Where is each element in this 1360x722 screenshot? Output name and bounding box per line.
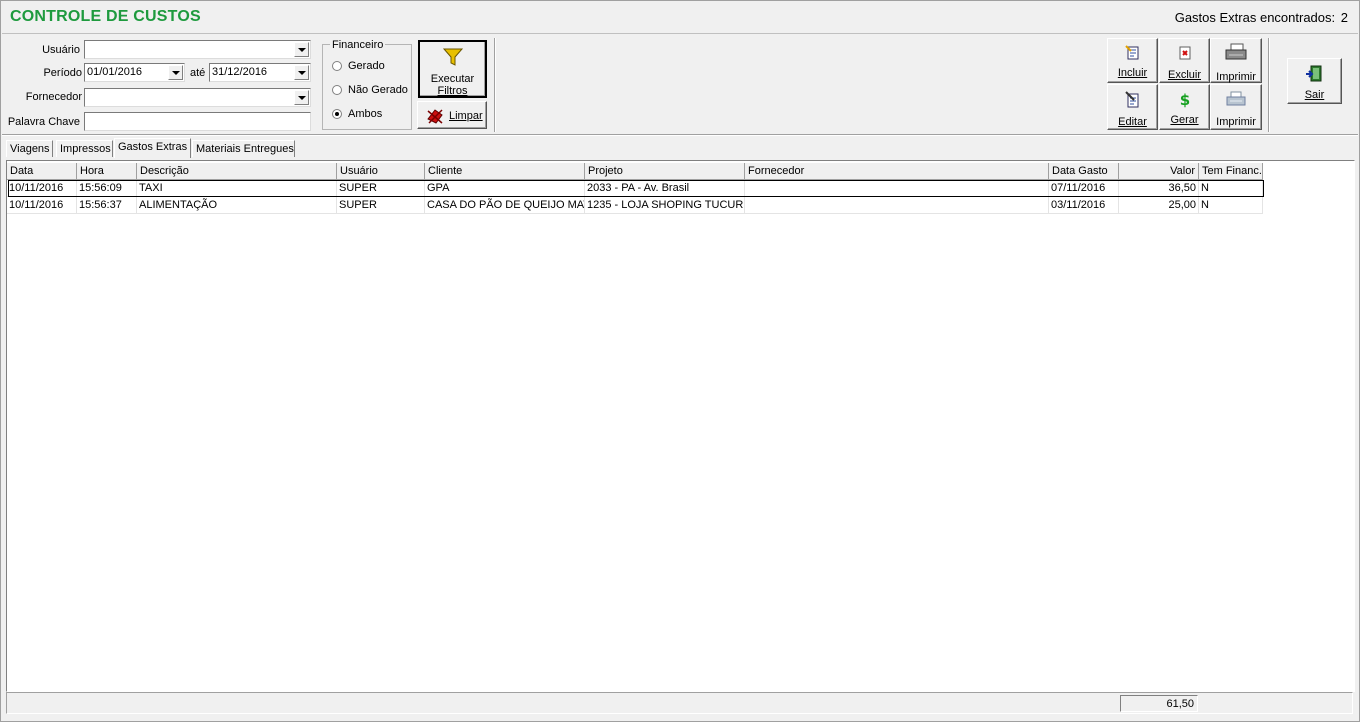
incluir-label: Incluir — [1117, 67, 1148, 79]
column-header-hora[interactable]: Hora — [77, 163, 137, 180]
limpar-label: Limpar — [449, 110, 483, 122]
chevron-down-icon[interactable] — [294, 42, 309, 57]
radio-ambos-dot[interactable] — [332, 109, 342, 119]
cell-valor: 36,50 — [1119, 180, 1199, 197]
filtros-label: Filtros — [437, 85, 468, 97]
radio-gerado-label: Gerado — [348, 60, 385, 72]
periodo-from-date[interactable]: 01/01/2016 — [84, 63, 185, 82]
palavra-chave-input[interactable] — [84, 112, 311, 131]
tab-impressos[interactable]: Impressos — [56, 140, 113, 157]
cell-tem-financ: N — [1199, 197, 1263, 214]
column-header-usuario[interactable]: Usuário — [337, 163, 425, 180]
sair-label: Sair — [1304, 89, 1325, 101]
cell-descricao: TAXI — [137, 180, 337, 197]
cell-tem-financ: N — [1199, 180, 1263, 197]
tab-materiais-entregues[interactable]: Materiais Entregues — [192, 140, 295, 157]
eraser-icon — [427, 109, 443, 124]
gastos-table[interactable]: Data Hora Descrição Usuário Cliente Projeto Fo… — [6, 160, 1355, 692]
column-header-cliente[interactable]: Cliente — [425, 163, 585, 180]
cell-data: 10/11/2016 — [7, 180, 77, 197]
column-header-fornecedor[interactable]: Fornecedor — [745, 163, 1049, 180]
cell-cliente: GPA — [425, 180, 585, 197]
results-count-value: 2 — [1340, 10, 1348, 25]
usuario-label: Usuário — [42, 44, 80, 56]
results-count: Gastos Extras encontrados: 2 — [1173, 10, 1348, 25]
document-edit-icon — [1124, 91, 1138, 108]
imprimir-2-button[interactable]: Imprimir — [1210, 84, 1262, 130]
cell-descricao: ALIMENTAÇÃO — [137, 197, 337, 214]
excluir-button[interactable]: Excluir — [1159, 38, 1210, 83]
tab-gastos-extras[interactable]: Gastos Extras — [114, 138, 191, 158]
radio-ambos-label: Ambos — [348, 108, 383, 120]
section-divider — [2, 134, 1358, 136]
limpar-button[interactable]: Limpar — [417, 101, 487, 129]
radio-ambos[interactable]: Ambos — [332, 108, 407, 122]
header-bar — [2, 2, 1358, 34]
printer-disabled-icon — [1226, 91, 1246, 106]
cell-data-gasto: 07/11/2016 — [1049, 180, 1119, 197]
imprimir-2-label: Imprimir — [1216, 116, 1256, 128]
printer-icon — [1225, 43, 1247, 60]
editar-label: Editar — [1118, 116, 1147, 128]
imprimir-button[interactable]: Imprimir — [1210, 38, 1262, 83]
gerar-label: Gerar — [1170, 114, 1199, 126]
svg-text:$: $ — [1179, 91, 1189, 109]
usuario-combo[interactable] — [84, 40, 311, 59]
column-header-valor[interactable]: Valor — [1119, 163, 1199, 180]
palavra-chave-label: Palavra Chave — [7, 116, 80, 128]
cell-projeto: 1235 - LOJA SHOPING TUCURU — [585, 197, 745, 214]
sair-button[interactable]: Sair — [1287, 58, 1342, 104]
column-header-data-gasto[interactable]: Data Gasto — [1049, 163, 1119, 180]
column-header-tem-financ[interactable]: Tem Financ. — [1199, 163, 1263, 180]
cell-valor: 25,00 — [1119, 197, 1199, 214]
fornecedor-combo[interactable] — [84, 88, 311, 107]
cell-fornecedor — [745, 197, 1049, 214]
ate-label: até — [190, 67, 206, 79]
cell-projeto: 2033 - PA - Av. Brasil — [585, 180, 745, 197]
financeiro-title: Financeiro — [330, 39, 386, 51]
column-header-descricao[interactable]: Descrição — [137, 163, 337, 180]
cell-usuario: SUPER — [337, 197, 425, 214]
executar-filtros-button[interactable]: Executar Filtros — [418, 40, 487, 98]
cell-fornecedor — [745, 180, 1049, 197]
periodo-to-value: 31/12/2016 — [212, 66, 268, 78]
column-header-projeto[interactable]: Projeto — [585, 163, 745, 180]
editar-button[interactable]: Editar — [1107, 84, 1158, 130]
filter-funnel-icon — [442, 48, 463, 66]
exit-door-icon — [1305, 65, 1321, 82]
periodo-label: Período — [43, 67, 82, 79]
document-delete-icon — [1179, 46, 1190, 60]
tab-viagens[interactable]: Viagens — [6, 140, 53, 157]
total-value: 61,50 — [1120, 695, 1198, 712]
gerar-button[interactable]: $ Gerar — [1159, 84, 1210, 130]
chevron-down-icon[interactable] — [168, 65, 183, 80]
radio-gerado-dot[interactable] — [332, 61, 342, 71]
chevron-down-icon[interactable] — [294, 90, 309, 105]
page-title: CONTROLE DE CUSTOS — [10, 8, 201, 25]
cell-cliente: CASA DO PÃO DE QUEIJO MAT — [425, 197, 585, 214]
toolbar-divider — [494, 38, 496, 132]
imprimir-label: Imprimir — [1216, 71, 1256, 83]
toolbar-divider-right — [1268, 38, 1270, 132]
radio-nao-gerado-dot[interactable] — [332, 85, 342, 95]
fornecedor-label: Fornecedor — [25, 91, 82, 103]
document-add-icon — [1124, 45, 1138, 60]
cell-usuario: SUPER — [337, 180, 425, 197]
cell-data-gasto: 03/11/2016 — [1049, 197, 1119, 214]
executar-label: Executar — [430, 73, 475, 85]
periodo-from-value: 01/01/2016 — [87, 66, 143, 78]
radio-nao-gerado-label: Não Gerado — [348, 84, 408, 96]
column-header-data[interactable]: Data — [7, 163, 77, 180]
periodo-to-date[interactable]: 31/12/2016 — [209, 63, 311, 82]
incluir-button[interactable]: Incluir — [1107, 38, 1158, 83]
cell-hora: 15:56:09 — [77, 180, 137, 197]
radio-nao-gerado[interactable]: Não Gerado — [332, 84, 410, 98]
cell-hora: 15:56:37 — [77, 197, 137, 214]
excluir-label: Excluir — [1167, 69, 1201, 81]
dollar-icon: $ — [1179, 91, 1189, 109]
radio-gerado[interactable]: Gerado — [332, 60, 407, 74]
cell-data: 10/11/2016 — [7, 197, 77, 214]
results-count-label: Gastos Extras encontrados: — [1174, 10, 1336, 25]
chevron-down-icon[interactable] — [294, 65, 309, 80]
